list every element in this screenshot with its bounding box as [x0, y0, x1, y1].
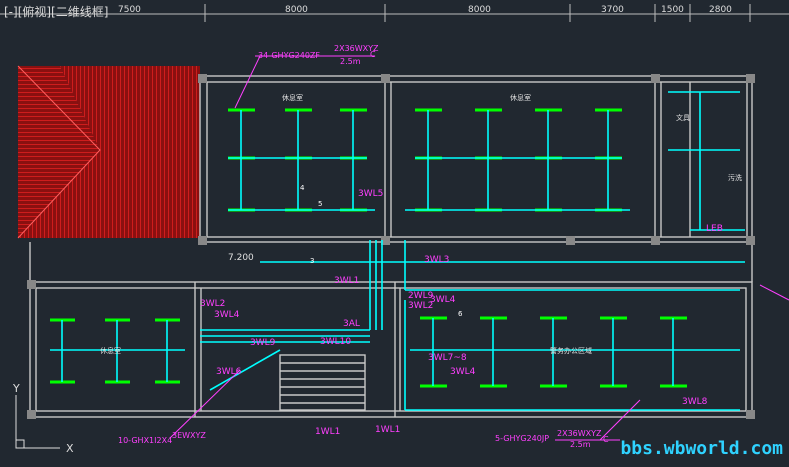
- room-label: 休息室: [100, 346, 121, 355]
- circuit-label: 3WL8: [682, 397, 708, 407]
- circuit-label: 1WL1: [375, 425, 400, 435]
- ucs-x-label: X: [66, 442, 74, 455]
- cable-annotation: 3EWXYZ: [172, 431, 206, 440]
- dimension-text: 2800: [709, 5, 732, 15]
- room-label: 文具: [676, 113, 690, 122]
- circuit-label: 1WL1: [315, 427, 340, 437]
- cable-annotation: C: [603, 435, 609, 444]
- circuit-label: 3WL4: [214, 310, 240, 320]
- cable-annotation: C: [370, 50, 376, 59]
- leader-lines: [169, 55, 789, 441]
- room-label: 污洗: [728, 173, 742, 182]
- circuit-label: 3WL1: [334, 276, 359, 286]
- cable-annotation: 10-GHX1I2X4: [118, 436, 172, 445]
- circuit-label: 3WL9: [250, 338, 276, 348]
- branch-count: 6: [458, 310, 463, 318]
- dimension-text: 3700: [601, 5, 624, 15]
- ucs-icon: [15, 395, 60, 449]
- dimension-text: 8000: [468, 5, 491, 15]
- cable-annotation: 2.5m: [340, 57, 361, 66]
- cable-annotation: 5-GHYG240JP: [495, 434, 549, 443]
- cable-annotation: 34-GHYG240ZF: [258, 51, 320, 60]
- branch-count: 4: [300, 184, 305, 192]
- circuit-label: 3WL7~8: [428, 353, 467, 363]
- circuit-label: 3AL: [343, 319, 360, 329]
- circuit-label: 3WL4: [430, 295, 456, 305]
- room-label: 休息室: [510, 93, 531, 102]
- circuit-label: 3WL2: [200, 299, 225, 309]
- circuit-label: 3WL4: [450, 367, 476, 377]
- circuit-label: 3WL3: [424, 255, 449, 265]
- circuit-label: 3WL6: [216, 367, 242, 377]
- cable-annotation: 2.5m: [570, 440, 591, 449]
- floor-plan[interactable]: 7500 8000 8000 3700 1500 2800 休息室 休息室 休息…: [0, 0, 789, 463]
- circuit-label: LEB: [706, 224, 723, 234]
- circuit-label: 3WL10: [320, 337, 351, 347]
- ucs-y-label: Y: [12, 382, 20, 395]
- viewport-label[interactable]: [-][俯视][二维线框]: [4, 3, 108, 20]
- room-label: 警务办公区域: [550, 346, 592, 355]
- dimension-text: 7500: [118, 5, 141, 15]
- room-label: 休息室: [282, 93, 303, 102]
- cable-annotation: 2X36WXYZ: [557, 429, 602, 438]
- cad-drawing-canvas[interactable]: 7500 8000 8000 3700 1500 2800 休息室 休息室 休息…: [0, 0, 789, 463]
- dimension-text: 1500: [661, 5, 684, 15]
- circuit-label: 3WL5: [358, 189, 383, 199]
- dimension-text: 8000: [285, 5, 308, 15]
- branch-count: 5: [318, 200, 322, 208]
- watermark: bbs.wbworld.com: [620, 438, 783, 459]
- elevation-mark: 7.200: [228, 253, 254, 263]
- branch-count: 3: [310, 257, 314, 265]
